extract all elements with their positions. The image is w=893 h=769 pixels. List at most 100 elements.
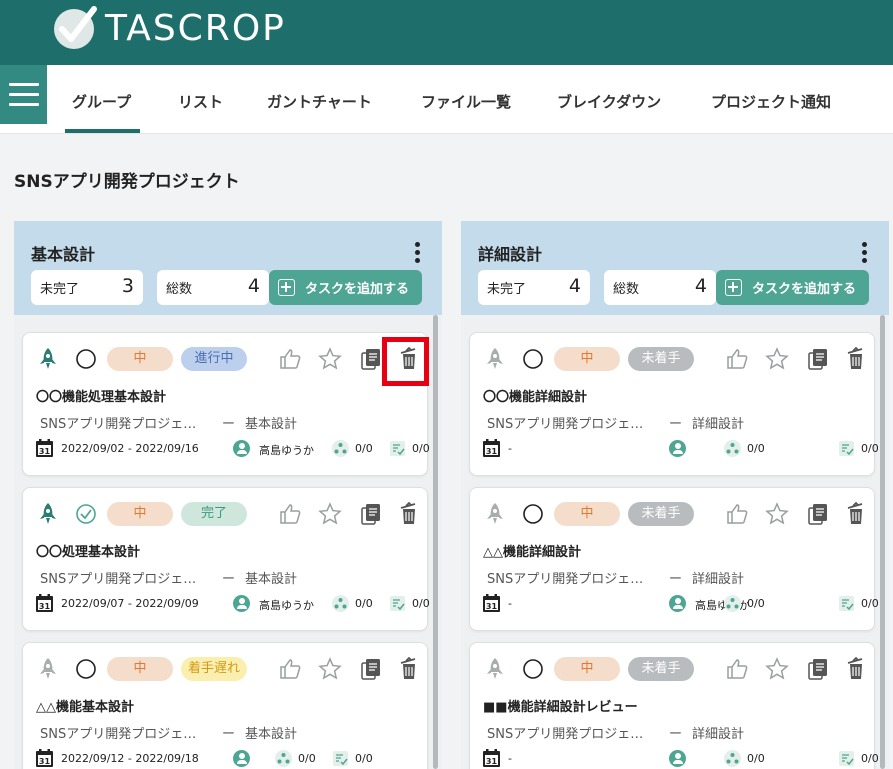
checklist-icon (389, 440, 406, 457)
task-name[interactable]: 〇〇処理基本設計 (36, 541, 140, 560)
status-badge[interactable]: 進行中 (181, 347, 247, 371)
status-circle-icon[interactable] (76, 659, 96, 679)
task-name[interactable]: △△機能詳細設計 (483, 541, 581, 560)
svg-text:31: 31 (486, 757, 498, 766)
rocket-icon[interactable] (37, 657, 59, 681)
task-card[interactable]: 中 未着手 ■■機能詳細設計レビュー SNSアプリ開発プロジェ… ー 詳細設計 … (469, 642, 879, 769)
app-logo[interactable]: TASCROP (54, 5, 286, 49)
rocket-icon[interactable] (484, 657, 506, 681)
rocket-icon[interactable] (484, 347, 506, 371)
scrollbar[interactable] (433, 315, 438, 769)
status-badge[interactable]: 着手遅れ (181, 657, 247, 681)
star-icon[interactable] (765, 502, 789, 526)
task-meta-row: 31 2022/09/07 - 2022/09/09 高島ゆうか 0/0 0/0 (36, 594, 430, 614)
trash-icon[interactable] (844, 346, 868, 371)
thumbs-up-icon[interactable] (278, 657, 302, 681)
rocket-icon[interactable] (37, 502, 59, 526)
trash-icon[interactable] (844, 656, 868, 681)
user-icon[interactable] (669, 750, 686, 767)
tab-group[interactable]: グループ (72, 91, 131, 112)
status-circle-icon[interactable] (523, 659, 543, 679)
priority-badge[interactable]: 中 (107, 502, 173, 526)
task-dates[interactable]: 2022/09/07 - 2022/09/09 (61, 597, 199, 610)
task-name[interactable]: ■■機能詳細設計レビュー (483, 696, 638, 715)
group-header: 基本設計 未完了 3 総数 4 タスクを追加する (14, 221, 442, 315)
rocket-icon[interactable] (37, 347, 59, 371)
add-task-button[interactable]: タスクを追加する (269, 270, 422, 305)
more-menu-icon[interactable] (861, 242, 867, 263)
user-icon[interactable] (233, 750, 250, 767)
project-name: SNSアプリ開発プロジェ… (487, 572, 644, 587)
thumbs-up-icon[interactable] (725, 347, 749, 371)
copy-icon[interactable] (806, 502, 830, 526)
total-count: 総数 4 (157, 270, 269, 305)
task-card[interactable]: 中 完了 〇〇処理基本設計 SNSアプリ開発プロジェ… ー 基本設計 31 20… (22, 487, 430, 631)
task-name[interactable]: 〇〇機能詳細設計 (483, 386, 587, 405)
task-dates[interactable]: - (508, 597, 512, 610)
status-badge[interactable]: 未着手 (628, 502, 694, 526)
task-card[interactable]: 中 未着手 〇〇機能詳細設計 SNSアプリ開発プロジェ… ー 詳細設計 31 -… (469, 332, 879, 476)
breadcrumb-separator: ー (222, 417, 236, 432)
status-circle-icon[interactable] (76, 504, 96, 524)
project-name: SNSアプリ開発プロジェ… (40, 727, 197, 742)
copy-icon[interactable] (359, 657, 383, 681)
status-circle-icon[interactable] (523, 504, 543, 524)
group-title[interactable]: 基本設計 (31, 241, 95, 265)
incomplete-label: 未完了 (487, 282, 527, 297)
star-icon[interactable] (765, 347, 789, 371)
tab-project-notifications[interactable]: プロジェクト通知 (711, 91, 831, 112)
task-name[interactable]: 〇〇機能処理基本設計 (36, 386, 166, 405)
user-icon[interactable] (233, 440, 250, 457)
trash-icon[interactable] (397, 501, 421, 526)
more-menu-icon[interactable] (414, 242, 420, 263)
menu-icon[interactable] (0, 65, 47, 124)
user-icon[interactable] (669, 595, 686, 612)
status-badge[interactable]: 未着手 (628, 657, 694, 681)
status-badge[interactable]: 完了 (181, 502, 247, 526)
group-title[interactable]: 詳細設計 (478, 241, 542, 265)
user-icon[interactable] (233, 595, 250, 612)
add-task-label: タスクを追加する (752, 282, 857, 297)
status-circle-icon[interactable] (523, 349, 543, 369)
star-icon[interactable] (765, 657, 789, 681)
tab-breakdown[interactable]: ブレイクダウン (557, 91, 661, 112)
rocket-icon[interactable] (484, 502, 506, 526)
user-icon[interactable] (669, 440, 686, 457)
status-badge[interactable]: 未着手 (628, 347, 694, 371)
thumbs-up-icon[interactable] (725, 657, 749, 681)
task-dates[interactable]: 2022/09/02 - 2022/09/16 (61, 442, 199, 455)
star-icon[interactable] (318, 502, 342, 526)
priority-badge[interactable]: 中 (107, 347, 173, 371)
copy-icon[interactable] (359, 347, 383, 371)
tab-gantt[interactable]: ガントチャート (267, 91, 372, 112)
task-breadcrumb: SNSアプリ開発プロジェ… ー 詳細設計 (487, 723, 744, 742)
trash-icon[interactable] (397, 656, 421, 681)
star-icon[interactable] (318, 657, 342, 681)
task-name[interactable]: △△機能基本設計 (36, 696, 134, 715)
tab-list[interactable]: リスト (178, 91, 223, 112)
task-dates[interactable]: 2022/09/12 - 2022/09/18 (61, 752, 199, 765)
task-dates[interactable]: - (508, 442, 512, 455)
thumbs-up-icon[interactable] (278, 347, 302, 371)
task-card[interactable]: 中 進行中 〇〇機能処理基本設計 SNSアプリ開発プロジェ… ー 基本設計 31… (22, 332, 430, 476)
task-card[interactable]: 中 未着手 △△機能詳細設計 SNSアプリ開発プロジェ… ー 詳細設計 31 -… (469, 487, 879, 631)
breadcrumb-separator: ー (222, 727, 236, 742)
scrollbar[interactable] (880, 315, 885, 769)
trash-icon[interactable] (844, 501, 868, 526)
copy-icon[interactable] (806, 347, 830, 371)
task-card[interactable]: 中 着手遅れ △△機能基本設計 SNSアプリ開発プロジェ… ー 基本設計 31 … (22, 642, 428, 769)
status-circle-icon[interactable] (76, 349, 96, 369)
add-task-button[interactable]: タスクを追加する (716, 270, 869, 305)
priority-badge[interactable]: 中 (554, 347, 620, 371)
star-icon[interactable] (318, 347, 342, 371)
svg-text:31: 31 (486, 447, 498, 456)
priority-badge[interactable]: 中 (554, 657, 620, 681)
copy-icon[interactable] (359, 502, 383, 526)
priority-badge[interactable]: 中 (107, 657, 173, 681)
priority-badge[interactable]: 中 (554, 502, 620, 526)
tab-files[interactable]: ファイル一覧 (421, 91, 511, 112)
task-dates[interactable]: - (508, 752, 512, 765)
thumbs-up-icon[interactable] (725, 502, 749, 526)
thumbs-up-icon[interactable] (278, 502, 302, 526)
copy-icon[interactable] (806, 657, 830, 681)
